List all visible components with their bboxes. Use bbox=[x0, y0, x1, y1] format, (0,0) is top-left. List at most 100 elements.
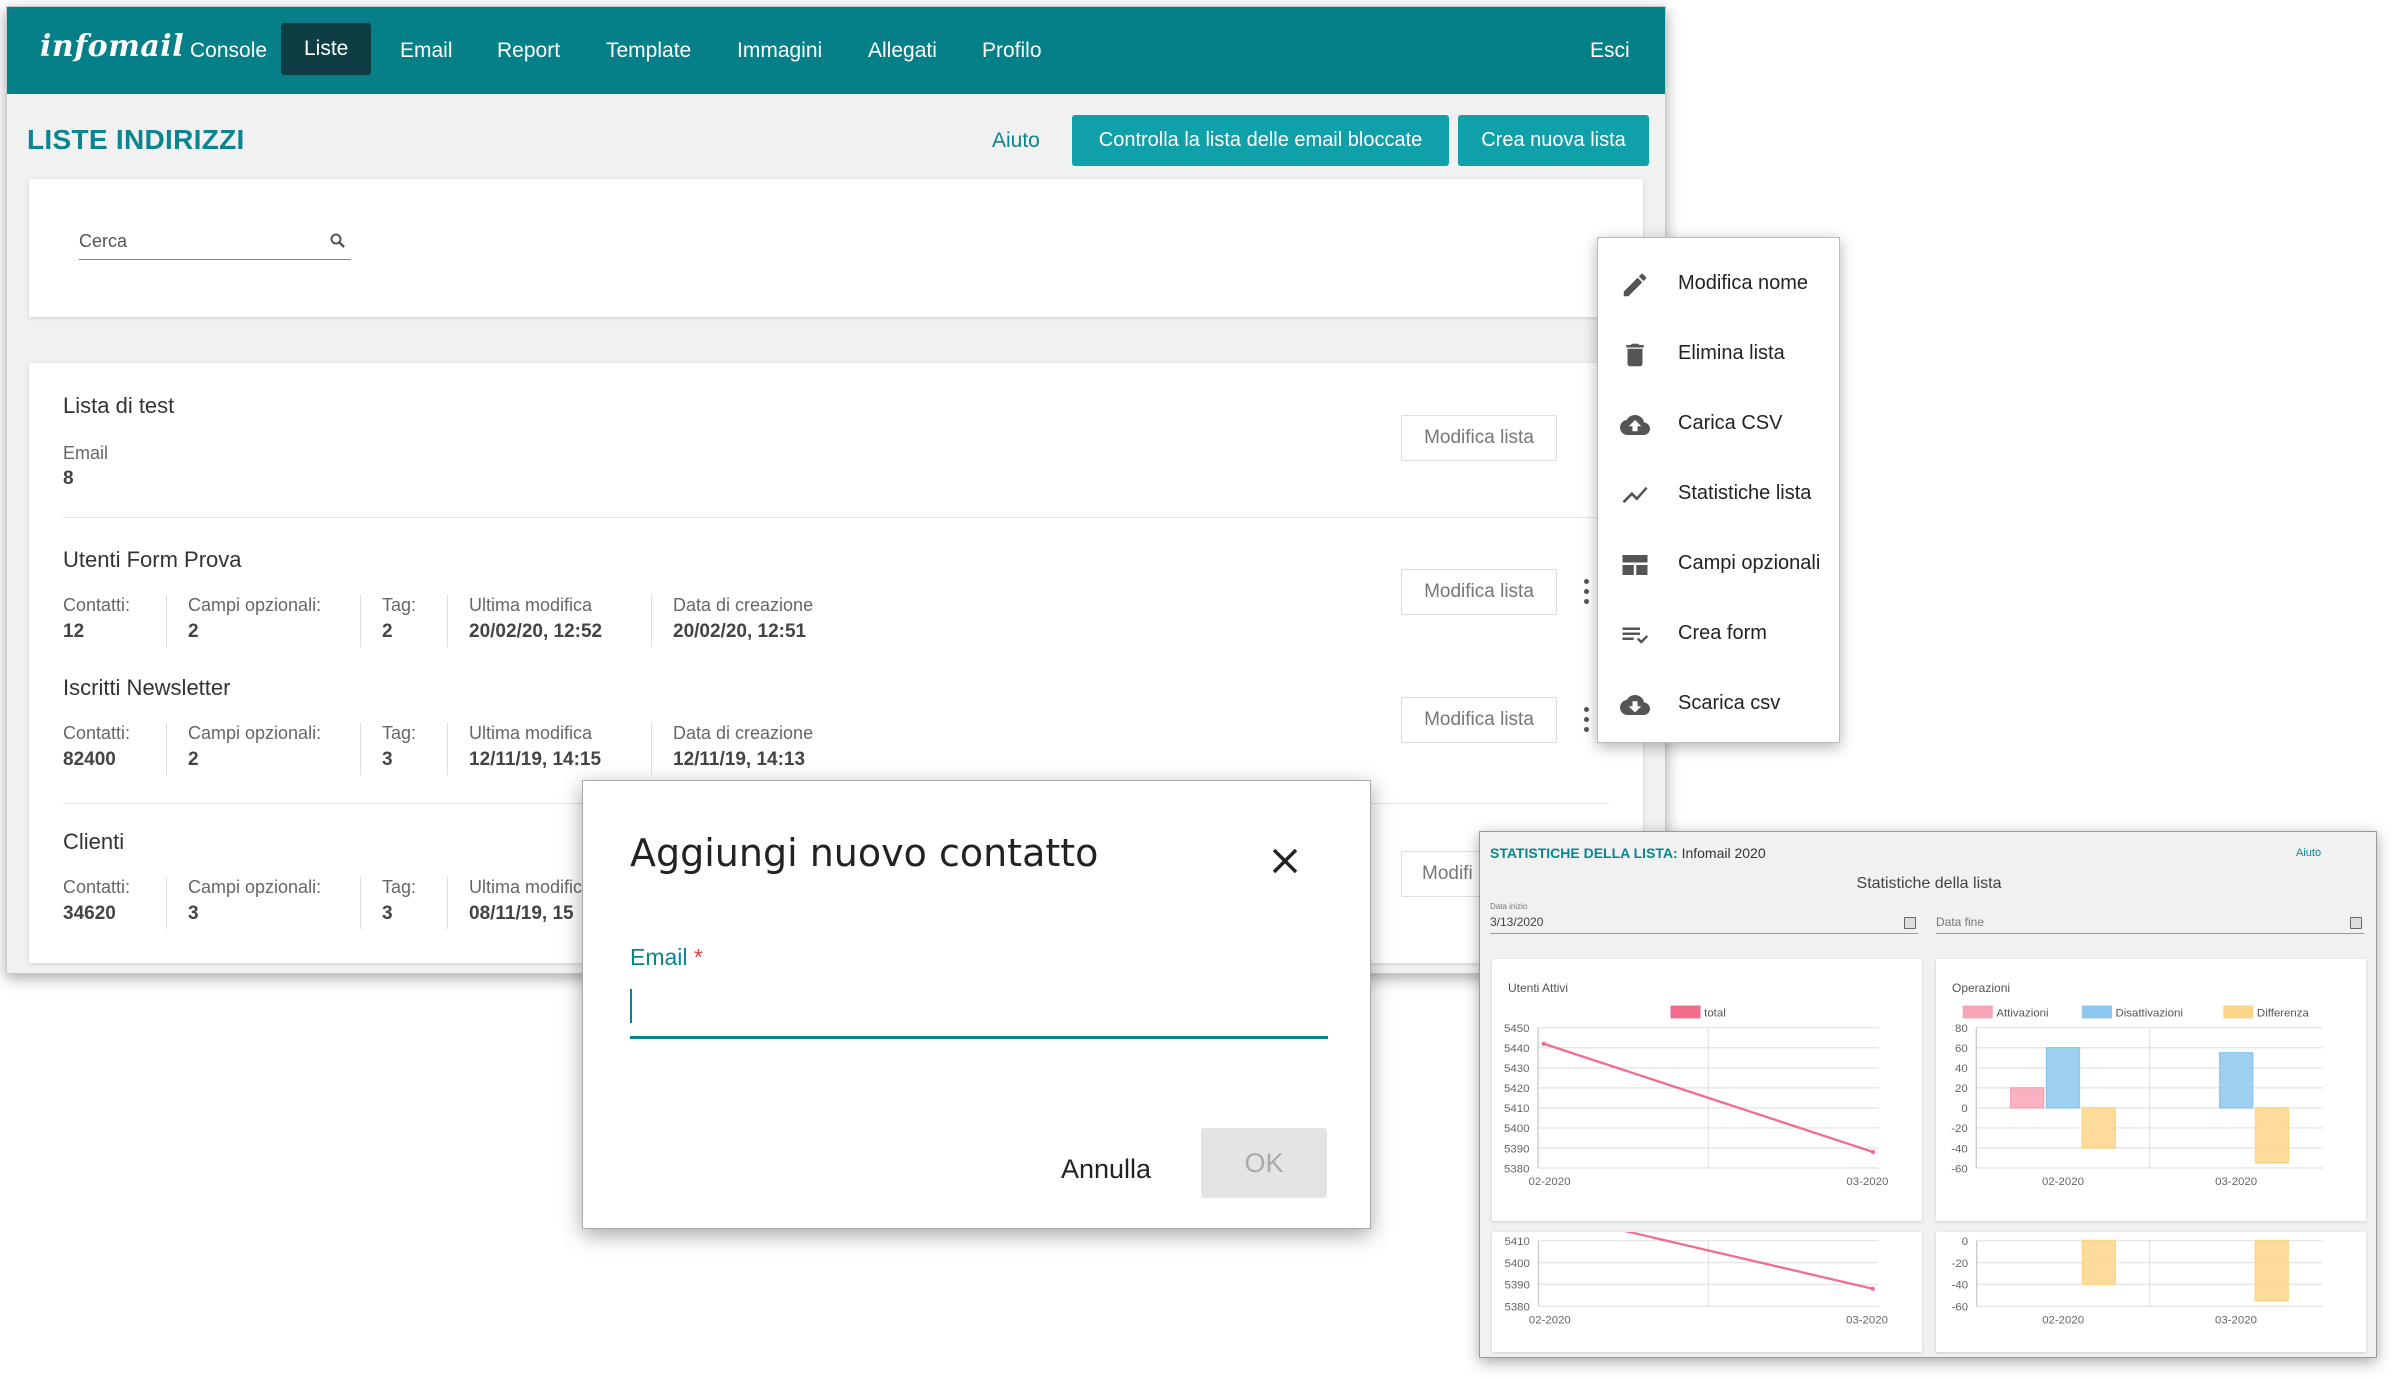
y-tick-label: 5400 bbox=[1504, 1258, 1529, 1270]
contacts-label: Contatti: bbox=[63, 723, 131, 743]
menu-item-carica-csv[interactable]: Carica CSV bbox=[1598, 388, 1841, 458]
search-card: Cerca bbox=[29, 179, 1643, 317]
menu-item-label: Crea form bbox=[1678, 622, 1767, 644]
end-date-input[interactable]: Data fine bbox=[1936, 915, 1984, 929]
fields-label: Campi opzionali: bbox=[188, 595, 322, 615]
separator bbox=[447, 595, 448, 647]
y-tick-label: 0 bbox=[1962, 1236, 1968, 1248]
menu-item-elimina-lista[interactable]: Elimina lista bbox=[1598, 318, 1841, 388]
tags-label: Tag: bbox=[382, 877, 417, 897]
x-tick-label: 03-2020 bbox=[1846, 1176, 1888, 1188]
nav-profilo[interactable]: Profilo bbox=[959, 7, 1065, 94]
tags-label: Tag: bbox=[382, 595, 417, 615]
nav-console[interactable]: Console bbox=[167, 7, 290, 94]
bar bbox=[2254, 1239, 2289, 1302]
modified-value: 20/02/20, 12:52 bbox=[469, 621, 603, 642]
separator bbox=[651, 595, 652, 647]
bar bbox=[2081, 1107, 2116, 1149]
edit-list-button[interactable]: Modifica lista bbox=[1401, 697, 1557, 743]
menu-item-modifica-nome[interactable]: Modifica nome bbox=[1598, 248, 1841, 318]
modified-value: 12/11/19, 14:15 bbox=[469, 749, 602, 770]
y-tick-label: -60 bbox=[1951, 1163, 1968, 1175]
stats-header: STATISTICHE DELLA LISTA: Infomail 2020 bbox=[1490, 845, 1766, 861]
menu-item-label: Elimina lista bbox=[1678, 342, 1785, 364]
x-tick-label: 03-2020 bbox=[2215, 1314, 2257, 1326]
fields-value: 2 bbox=[188, 749, 199, 770]
separator bbox=[360, 595, 361, 647]
contacts-value: 34620 bbox=[63, 903, 116, 924]
more-options-icon[interactable] bbox=[1582, 579, 1592, 605]
edit-list-button[interactable]: Modifica lista bbox=[1401, 415, 1557, 461]
legend-swatch bbox=[2081, 1005, 2112, 1019]
nav-immagini[interactable]: Immagini bbox=[714, 7, 845, 94]
email-field[interactable] bbox=[630, 981, 1328, 1036]
data-point bbox=[1541, 1041, 1546, 1046]
menu-item-label: Carica CSV bbox=[1678, 412, 1783, 434]
menu-item-scarica-csv[interactable]: Scarica csv bbox=[1598, 668, 1841, 738]
x-tick-label: 02-2020 bbox=[1529, 1314, 1571, 1326]
start-date-input[interactable]: 3/13/2020 bbox=[1490, 915, 1543, 929]
legend-label: Disattivazioni bbox=[2115, 1007, 2182, 1019]
list-title[interactable]: Clienti bbox=[63, 829, 124, 855]
email-label: Email bbox=[63, 443, 109, 463]
start-date-underline bbox=[1490, 933, 1918, 934]
tags-label: Tag: bbox=[382, 723, 417, 743]
chart-card-active-users-2: 5410 5400 5390 5380 02-2020 03-2020 bbox=[1492, 1232, 1922, 1352]
help-link[interactable]: Aiuto bbox=[992, 129, 1040, 153]
search-icon[interactable] bbox=[328, 231, 348, 251]
menu-item-crea-form[interactable]: Crea form bbox=[1598, 598, 1841, 668]
check-blocked-emails-button[interactable]: Controlla la lista delle email bloccate bbox=[1072, 115, 1449, 166]
nav-liste[interactable]: Liste bbox=[281, 23, 372, 75]
y-tick-label: 80 bbox=[1955, 1023, 1968, 1035]
table-icon bbox=[1622, 555, 1648, 575]
nav-template[interactable]: Template bbox=[583, 7, 714, 94]
y-tick-label: 60 bbox=[1955, 1043, 1968, 1055]
modified-label: Ultima modific bbox=[469, 877, 583, 897]
bar bbox=[2254, 1107, 2290, 1164]
menu-item-statistiche-lista[interactable]: Statistiche lista bbox=[1598, 458, 1841, 528]
created-label: Data di creazione bbox=[673, 723, 814, 743]
search-input[interactable]: Cerca bbox=[79, 231, 127, 252]
x-tick-label: 02-2020 bbox=[1529, 1176, 1571, 1188]
close-icon[interactable] bbox=[1269, 845, 1301, 877]
menu-item-label: Scarica csv bbox=[1678, 692, 1781, 714]
create-list-button[interactable]: Crea nuova lista bbox=[1458, 115, 1649, 166]
modified-value: 08/11/19, 15 bbox=[469, 903, 574, 924]
list-title[interactable]: Lista di test bbox=[63, 393, 174, 419]
menu-item-label: Campi opzionali bbox=[1678, 552, 1821, 574]
calendar-icon[interactable] bbox=[1904, 917, 1916, 929]
cancel-button[interactable]: Annulla bbox=[1051, 1144, 1161, 1194]
menu-item-campi-opzionali[interactable]: Campi opzionali bbox=[1598, 528, 1841, 598]
y-tick-label: 5390 bbox=[1504, 1280, 1529, 1292]
stats-list-name: Infomail 2020 bbox=[1681, 845, 1766, 861]
logout-link[interactable]: Esci bbox=[1567, 7, 1653, 94]
modified-label: Ultima modifica bbox=[469, 595, 593, 615]
list-title[interactable]: Utenti Form Prova bbox=[63, 547, 242, 573]
trash-icon bbox=[1626, 343, 1644, 367]
tags-value: 3 bbox=[382, 903, 393, 924]
nav-report[interactable]: Report bbox=[474, 7, 583, 94]
nav-email[interactable]: Email bbox=[377, 7, 476, 94]
operations-chart: 80 60 40 20 0 -20 -40 -60 02-2020 03-2020 Attivazi… bbox=[1951, 1005, 2323, 1188]
stats-window: STATISTICHE DELLA LISTA: Infomail 2020 A… bbox=[1479, 831, 2377, 1358]
end-date-underline bbox=[1936, 933, 2364, 934]
y-tick-label: -60 bbox=[1952, 1302, 1969, 1314]
y-tick-label: -40 bbox=[1951, 1143, 1968, 1155]
separator bbox=[651, 723, 652, 775]
contacts-label: Contatti: bbox=[63, 595, 131, 615]
legend-swatch bbox=[2223, 1005, 2254, 1019]
calendar-icon[interactable] bbox=[2350, 917, 2362, 929]
more-options-icon[interactable] bbox=[1582, 707, 1592, 733]
bar bbox=[2081, 1239, 2117, 1286]
stats-help-link[interactable]: Aiuto bbox=[2296, 847, 2321, 859]
bar bbox=[2009, 1087, 2045, 1109]
created-value: 12/11/19, 14:13 bbox=[673, 749, 806, 770]
ok-button[interactable]: OK bbox=[1201, 1128, 1327, 1198]
start-date-label: Data inizio bbox=[1490, 902, 1528, 911]
email-label-text: Email bbox=[630, 944, 688, 970]
operations-chart-2: 0 -20 -40 -60 02-2020 03-2020 bbox=[1952, 1236, 2323, 1326]
fields-value: 3 bbox=[188, 903, 199, 924]
nav-allegati[interactable]: Allegati bbox=[845, 7, 960, 94]
list-title[interactable]: Iscritti Newsletter bbox=[63, 675, 230, 701]
edit-list-button[interactable]: Modifica lista bbox=[1401, 569, 1557, 615]
